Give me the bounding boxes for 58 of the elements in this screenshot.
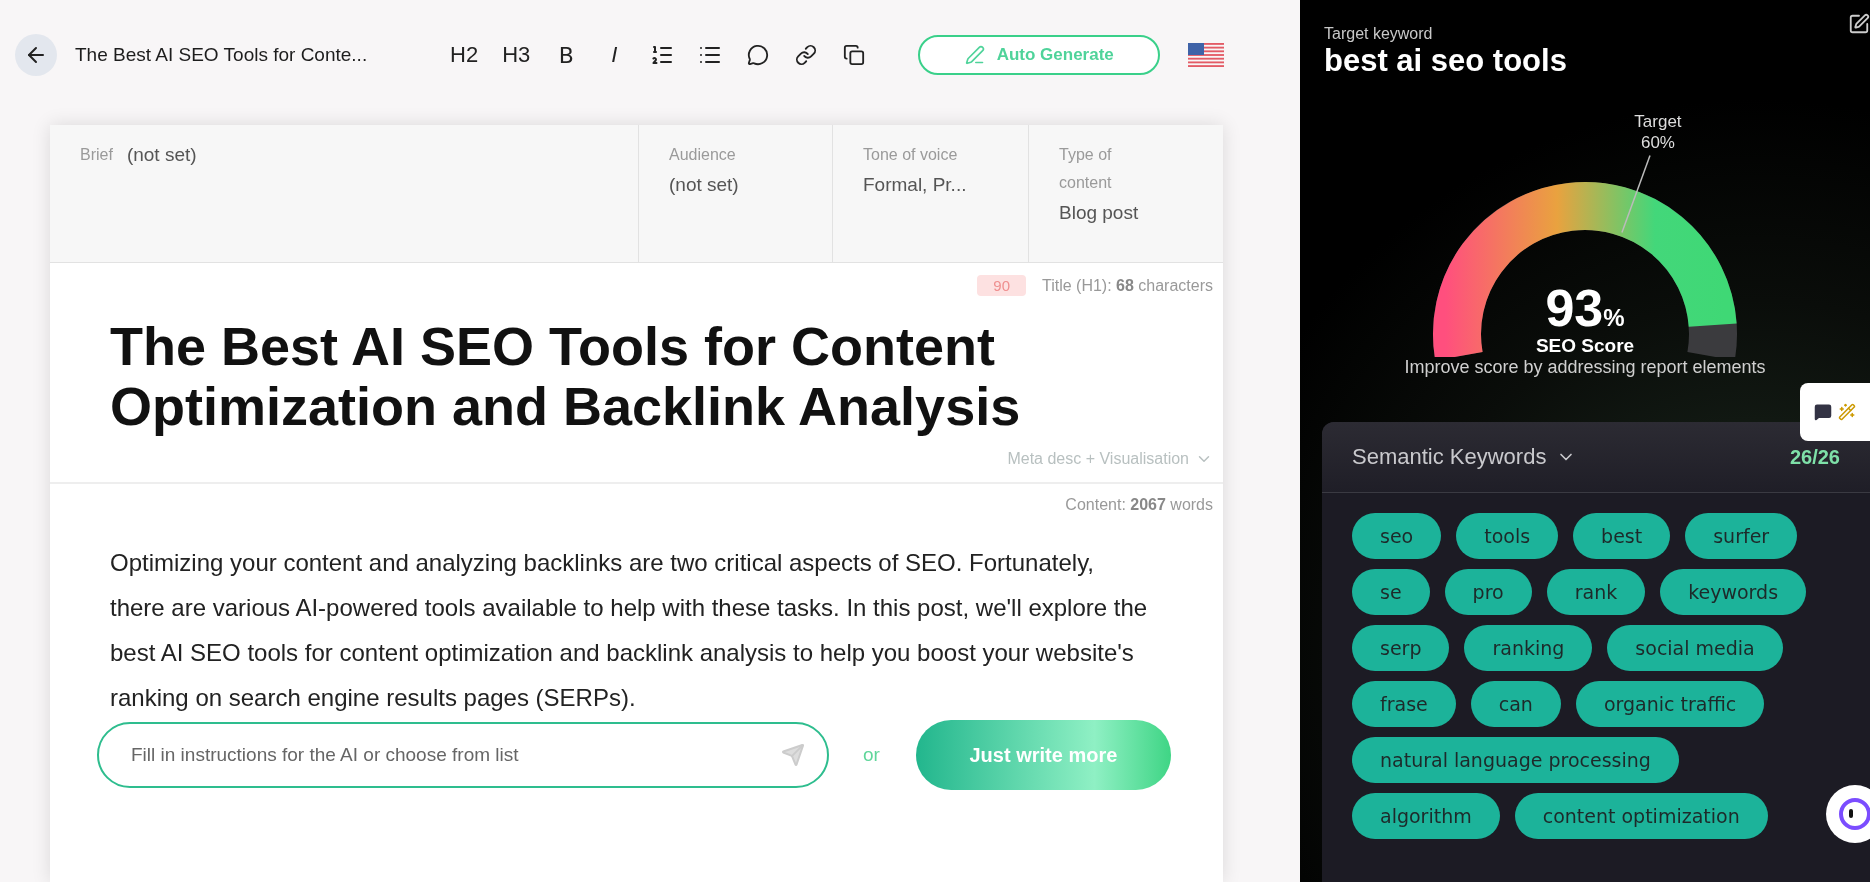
keyword-chip: organic traffic bbox=[1575, 681, 1765, 727]
keyword-chip: social media bbox=[1607, 625, 1783, 671]
semantic-keywords-toggle[interactable]: Semantic Keywords bbox=[1352, 444, 1577, 470]
keyword-chip: ranking bbox=[1464, 625, 1593, 671]
keyword-chip: seo bbox=[1352, 513, 1442, 559]
title-character-count: Title (H1): 68 characters bbox=[1042, 276, 1213, 295]
keyword-chip: keywords bbox=[1660, 569, 1807, 615]
document-title: The Best AI SEO Tools for Conte... bbox=[75, 44, 369, 66]
magic-wand-icon bbox=[1838, 403, 1856, 421]
keyword-chip: tools bbox=[1456, 513, 1559, 559]
article-title: The Best AI SEO Tools for Content Optimization and Backlink Analysis bbox=[110, 316, 1022, 436]
italic-button[interactable]: I bbox=[602, 42, 627, 68]
score-caption: SEO Score bbox=[1535, 335, 1635, 356]
score-badge: 90 bbox=[977, 275, 1026, 296]
word-count: Content: 2067 words bbox=[1065, 496, 1213, 514]
flag-icon[interactable] bbox=[1188, 43, 1225, 67]
keyword-chip: best bbox=[1573, 513, 1671, 559]
keyword-chip: pro bbox=[1444, 569, 1532, 615]
ai-instructions-field[interactable]: Fill in instructions for the AI or choose from list bbox=[97, 722, 829, 788]
keyword-chip: can bbox=[1470, 681, 1561, 727]
link-icon[interactable] bbox=[794, 44, 819, 66]
bold-button[interactable]: B bbox=[554, 42, 579, 68]
keyword-chip: natural language processing bbox=[1352, 737, 1679, 783]
brief-label: Brief bbox=[80, 145, 113, 165]
target-label: Target bbox=[1634, 112, 1682, 132]
brief-value: Formal, Pr... bbox=[863, 173, 967, 197]
keyword-chip: frase bbox=[1352, 681, 1456, 727]
brief-label: Audience bbox=[669, 145, 736, 165]
brief-label: Type of content bbox=[1059, 145, 1113, 193]
brief-label: Tone of voice bbox=[863, 145, 958, 165]
heading-button[interactable]: H3 bbox=[502, 42, 531, 68]
brief-value: (not set) bbox=[669, 173, 739, 197]
heading-button[interactable]: H2 bbox=[450, 42, 479, 68]
back-button[interactable] bbox=[15, 34, 57, 76]
comment-icon[interactable] bbox=[746, 44, 771, 66]
keyword-chip: serp bbox=[1352, 625, 1450, 671]
edit-icon[interactable] bbox=[1848, 13, 1870, 35]
keyword-chip: rank bbox=[1546, 569, 1646, 615]
score-hint: Improve score by addressing report elements bbox=[1404, 357, 1766, 378]
copy-icon[interactable] bbox=[842, 44, 867, 66]
keyword-chip: se bbox=[1352, 569, 1430, 615]
score-value: 93% bbox=[1545, 279, 1625, 337]
keyword-chip: surfer bbox=[1685, 513, 1798, 559]
keyword-chip: content optimization bbox=[1514, 793, 1768, 839]
target-keyword-label: Target keyword bbox=[1324, 25, 1434, 43]
article-paragraph: Optimizing your content and analyzing backlinks are two critical aspects of SEO. Fortunately, there are various AI-powered tools available to help with these tasks. In this post, we'll explore the best AI SEO tools for content optimization and backlink analysis to help you boost your website's ranking on search engine results pages (SERPs). bbox=[110, 548, 1149, 713]
target-value: 60% bbox=[1640, 133, 1675, 153]
keyword-count: 26/26 bbox=[1789, 445, 1840, 469]
target-keyword: best ai seo tools bbox=[1324, 43, 1567, 79]
or-label: or bbox=[863, 744, 880, 766]
brief-value: (not set) bbox=[126, 143, 197, 167]
pen-icon bbox=[964, 45, 985, 65]
floating-widget[interactable] bbox=[1800, 383, 1870, 441]
ring-icon bbox=[1837, 796, 1870, 832]
brief-value: Blog post bbox=[1059, 201, 1139, 225]
keyword-chip: algorithm bbox=[1352, 793, 1500, 839]
numbered-list-icon[interactable] bbox=[650, 43, 675, 67]
chat-bubble-icon bbox=[1814, 403, 1832, 421]
